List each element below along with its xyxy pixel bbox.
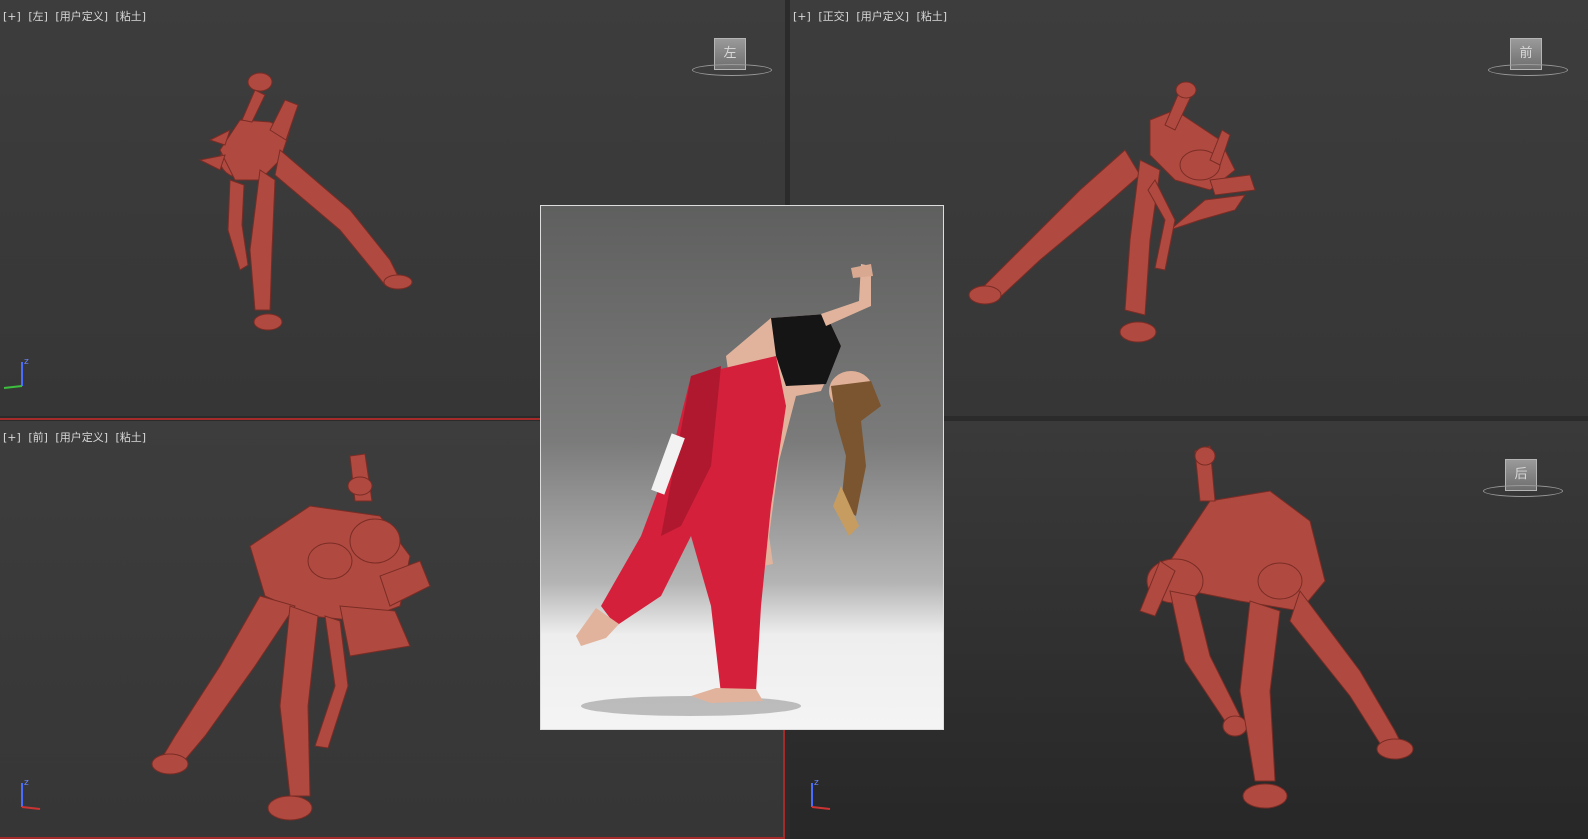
axis-gizmo-icon: z: [21, 778, 41, 810]
clay-model-figure: [1139, 445, 1414, 809]
axis-z-label: z: [24, 778, 29, 788]
viewcube-ring[interactable]: [692, 64, 772, 76]
axis-z-label: z: [24, 357, 29, 367]
viewport-label: [+] [左] [用户定义] [粘土]: [3, 8, 150, 24]
viewport-menu-plus[interactable]: [+]: [3, 431, 21, 444]
viewport-view-menu[interactable]: [左]: [28, 10, 48, 23]
viewcube-ring[interactable]: [1488, 64, 1568, 76]
axis-z-label: z: [814, 778, 819, 788]
clay-model-figure: [198, 72, 413, 331]
viewport-shading-menu[interactable]: [用户定义]: [55, 431, 108, 444]
viewport-menu-plus[interactable]: [+]: [3, 10, 21, 23]
clay-model-figure: [151, 453, 431, 821]
viewport-view-menu[interactable]: [正交]: [818, 10, 849, 23]
viewcube-icon[interactable]: 前: [1488, 38, 1568, 82]
axis-gizmo-icon: z: [3, 357, 29, 389]
viewport-label: [+] [正交] [用户定义] [粘土]: [793, 8, 951, 24]
viewcube-ring[interactable]: [1483, 485, 1563, 497]
viewport-shading-menu[interactable]: [用户定义]: [856, 10, 909, 23]
dancer-photo: [576, 264, 881, 716]
viewcube-icon[interactable]: 后: [1483, 459, 1563, 503]
clay-model-figure: [968, 81, 1256, 343]
viewport-style-menu[interactable]: [粘土]: [116, 431, 147, 444]
viewport-style-menu[interactable]: [粘土]: [116, 10, 147, 23]
viewport-label: [+] [前] [用户定义] [粘土]: [3, 429, 150, 445]
active-viewport-border: [0, 418, 540, 420]
reference-photo: [540, 205, 944, 730]
viewcube-icon[interactable]: 左: [692, 38, 772, 82]
viewport-menu-plus[interactable]: [+]: [793, 10, 811, 23]
viewport-view-menu[interactable]: [前]: [28, 431, 48, 444]
viewport-shading-menu[interactable]: [用户定义]: [55, 10, 108, 23]
viewport-style-menu[interactable]: [粘土]: [917, 10, 948, 23]
axis-gizmo-icon: z: [811, 778, 831, 810]
